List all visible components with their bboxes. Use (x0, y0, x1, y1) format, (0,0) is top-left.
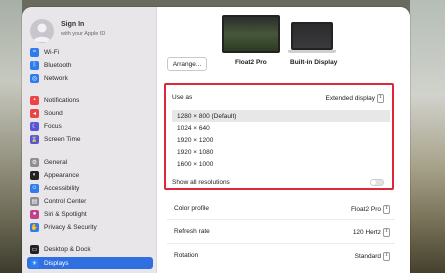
display-thumbnail-builtin[interactable]: Built-in Display (288, 22, 337, 66)
refresh-rate-select[interactable]: 120 Hertz ⇕ (353, 228, 390, 237)
sidebar-item-siri-spotlight[interactable]: ● Siri & Spotlight (27, 208, 153, 220)
moon-icon: ☾ (30, 121, 39, 131)
stepper-icon: ⇕ (383, 252, 390, 261)
network-icon: ◎ (30, 73, 39, 83)
sidebar-item-label: Sound (44, 109, 63, 117)
sidebar-item-screen-time[interactable]: ⌛ Screen Time (27, 133, 153, 145)
sidebar-item-label: Desktop & Dock (44, 245, 91, 253)
sidebar-item-accessibility[interactable]: ☺ Accessibility (27, 182, 153, 194)
builtin-display-screen (291, 22, 333, 50)
apple-id-account[interactable]: Sign In with your Apple ID (30, 19, 150, 49)
avatar (30, 19, 54, 43)
resolution-option[interactable]: 1024 × 640 (172, 122, 390, 134)
resolution-option[interactable]: 1920 × 1200 (172, 134, 390, 146)
resolution-section: Use as Extended display ⇕ 1280 × 800 (Def… (164, 83, 394, 190)
accessibility-icon: ☺ (30, 183, 39, 193)
sidebar: Sign In with your Apple ID ≈ Wi-Fi ᛒ Blu… (22, 7, 157, 273)
system-settings-window: Sign In with your Apple ID ≈ Wi-Fi ᛒ Blu… (22, 7, 410, 273)
siri-icon: ● (30, 209, 39, 219)
builtin-display-label: Built-in Display (290, 59, 338, 66)
sidebar-item-label: Notifications (44, 96, 80, 104)
sidebar-item-displays[interactable]: ☀ Displays (27, 257, 153, 269)
arrange-button[interactable]: Arrange... (167, 57, 207, 71)
divider (167, 219, 395, 220)
sidebar-item-control-center[interactable]: ▤ Control Center (27, 195, 153, 207)
use-as-select[interactable]: Extended display ⇕ (325, 94, 384, 103)
sidebar-item-label: Privacy & Security (44, 223, 97, 231)
sidebar-item-label: General (44, 158, 68, 166)
resolution-option[interactable]: 1600 × 1000 (172, 158, 390, 170)
sidebar-item-label: Bluetooth (44, 61, 72, 69)
use-as-value: Extended display (325, 95, 375, 103)
sidebar-item-label: Screen Time (44, 135, 81, 143)
display-thumbnail-primary[interactable]: Float2 Pro (222, 15, 280, 66)
sidebar-item-privacy-security[interactable]: ✋ Privacy & Security (27, 221, 153, 233)
bluetooth-icon: ᛒ (30, 60, 39, 70)
sidebar-item-focus[interactable]: ☾ Focus (27, 120, 153, 132)
sidebar-item-label: Focus (44, 122, 62, 130)
sidebar-item-bluetooth[interactable]: ᛒ Bluetooth (27, 59, 153, 71)
person-icon (33, 23, 51, 42)
sun-icon: ☀ (30, 258, 39, 268)
resolution-option[interactable]: 1920 × 1080 (172, 146, 390, 158)
sidebar-item-network[interactable]: ◎ Network (27, 72, 153, 84)
gear-icon: ⚙ (30, 157, 39, 167)
bell-icon: ▪ (30, 95, 39, 105)
sidebar-item-sound[interactable]: ◂ Sound (27, 107, 153, 119)
resolution-option[interactable]: 1280 × 800 (Default) (172, 110, 390, 122)
hand-icon: ✋ (30, 222, 39, 232)
color-profile-label: Color profile (174, 205, 210, 212)
rotation-value: Standard (354, 253, 381, 261)
displays-pane: Float2 Pro Built-in Display Arrange... U… (157, 7, 410, 273)
sidebar-item-wifi[interactable]: ≈ Wi-Fi (27, 46, 153, 58)
refresh-rate-value: 120 Hertz (352, 229, 381, 237)
control-center-icon: ▤ (30, 196, 39, 206)
sidebar-item-label: Appearance (44, 171, 80, 179)
sidebar-item-appearance[interactable]: ◐ Appearance (27, 169, 153, 181)
stepper-icon: ⇕ (383, 205, 390, 214)
stepper-icon: ⇕ (377, 94, 384, 103)
resolution-list: 1280 × 800 (Default) 1024 × 640 1920 × 1… (172, 110, 390, 170)
sidebar-item-label: Accessibility (44, 184, 80, 192)
account-title: Sign In (61, 21, 85, 28)
sidebar-item-label: Wi-Fi (44, 48, 60, 56)
sidebar-item-label: Network (44, 74, 68, 82)
color-profile-value: Float2 Pro (351, 206, 381, 214)
sidebar-item-desktop-dock[interactable]: ▭ Desktop & Dock (27, 243, 153, 255)
rotation-select[interactable]: Standard ⇕ (355, 252, 390, 261)
sidebar-item-notifications[interactable]: ▪ Notifications (27, 94, 153, 106)
desktop-wallpaper-right (410, 0, 445, 273)
hourglass-icon: ⌛ (30, 134, 39, 144)
wifi-icon: ≈ (30, 47, 39, 57)
refresh-rate-label: Refresh rate (174, 228, 210, 235)
show-all-resolutions-label: Show all resolutions (172, 179, 230, 186)
divider (167, 243, 395, 244)
appearance-icon: ◐ (30, 170, 39, 180)
desktop-wallpaper-left (0, 0, 22, 273)
account-subtitle: with your Apple ID (61, 31, 106, 37)
primary-display-label: Float2 Pro (235, 59, 267, 66)
color-profile-select[interactable]: Float2 Pro ⇕ (351, 205, 390, 214)
use-as-label: Use as (172, 94, 193, 101)
rotation-label: Rotation (174, 252, 199, 259)
sidebar-item-label: Siri & Spotlight (44, 210, 87, 218)
laptop-base (288, 50, 336, 53)
sidebar-item-label: Control Center (44, 197, 87, 205)
primary-display-screen (222, 15, 280, 53)
stepper-icon: ⇕ (383, 228, 390, 237)
dock-icon: ▭ (30, 244, 39, 254)
sidebar-item-label: Displays (44, 259, 69, 267)
show-all-resolutions-toggle[interactable] (370, 179, 384, 186)
sidebar-item-general[interactable]: ⚙ General (27, 156, 153, 168)
speaker-icon: ◂ (30, 108, 39, 118)
